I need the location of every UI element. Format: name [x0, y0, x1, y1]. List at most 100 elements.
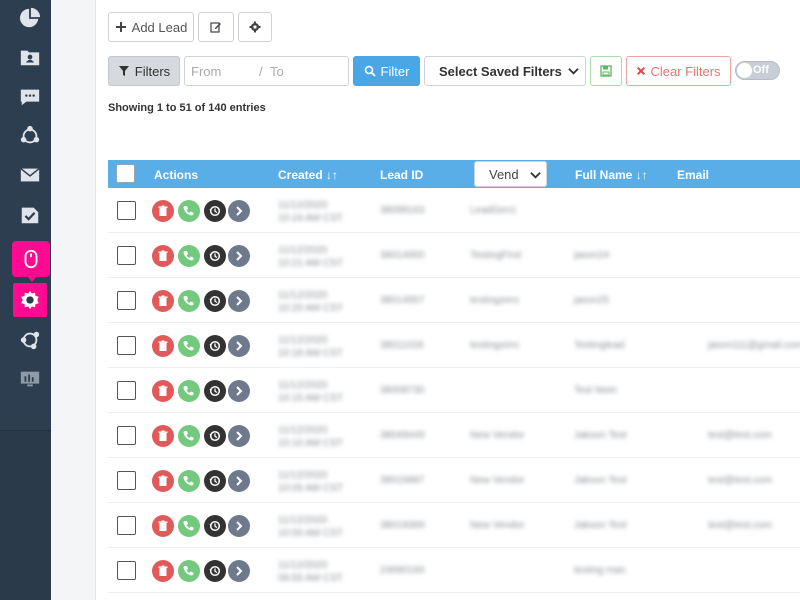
call-button[interactable]: [178, 200, 200, 222]
open-lead-button[interactable]: [228, 290, 250, 312]
open-lead-button[interactable]: [228, 470, 250, 492]
row-checkbox[interactable]: [117, 381, 136, 400]
network-icon[interactable]: [11, 118, 49, 154]
call-button[interactable]: [178, 290, 200, 312]
dashboard-icon[interactable]: [11, 0, 49, 36]
delete-button[interactable]: [152, 470, 174, 492]
call-button[interactable]: [178, 470, 200, 492]
history-button[interactable]: [204, 290, 226, 312]
table-row[interactable]: 11/12/2020 10:18 AM CST 38011026 testingzer…: [108, 323, 800, 368]
call-button[interactable]: [178, 560, 200, 582]
row-checkbox[interactable]: [117, 426, 136, 445]
table-row[interactable]: 11/12/2020 09:55 AM CST 23680193 testing ma…: [108, 548, 800, 593]
history-icon: [209, 385, 221, 397]
chat-icon[interactable]: [11, 79, 49, 115]
settings-button[interactable]: [238, 12, 272, 42]
date-range-input[interactable]: From / To: [184, 56, 349, 86]
open-lead-button[interactable]: [228, 335, 250, 357]
from-field[interactable]: From: [191, 64, 221, 79]
delete-button[interactable]: [152, 335, 174, 357]
save-filter-button[interactable]: [590, 56, 622, 86]
delete-button[interactable]: [152, 425, 174, 447]
filters-toggle-button[interactable]: Filters: [108, 56, 180, 86]
saved-filters-select[interactable]: Select Saved Filters: [424, 56, 586, 86]
delete-button[interactable]: [152, 380, 174, 402]
edit-button[interactable]: [198, 12, 234, 42]
history-button[interactable]: [204, 245, 226, 267]
full-name-cell: jason24: [574, 250, 610, 261]
call-button[interactable]: [178, 515, 200, 537]
trash-icon: [158, 295, 168, 306]
lead-id-cell: 38016887: [380, 475, 425, 486]
row-checkbox[interactable]: [117, 246, 136, 265]
table-row[interactable]: 11/12/2020 10:05 AM CST 38016887 New Vendor…: [108, 458, 800, 503]
call-button[interactable]: [178, 380, 200, 402]
table-row[interactable]: 11/12/2020 10:00 AM CST 38019369 New Vendor…: [108, 503, 800, 548]
history-button[interactable]: [204, 380, 226, 402]
created-cell: 11/12/2020 10:21 AM CST: [278, 245, 344, 269]
row-checkbox[interactable]: [117, 336, 136, 355]
call-button[interactable]: [178, 245, 200, 267]
trash-icon: [158, 205, 168, 216]
filter-button[interactable]: Filter: [353, 56, 420, 86]
add-lead-button[interactable]: Add Lead: [108, 12, 194, 42]
open-lead-button[interactable]: [228, 200, 250, 222]
email-cell: test@test.com: [708, 520, 773, 531]
row-checkbox[interactable]: [117, 471, 136, 490]
header-full-name[interactable]: Full Name ↓↑: [575, 168, 648, 182]
delete-button[interactable]: [152, 245, 174, 267]
open-lead-button[interactable]: [228, 380, 250, 402]
delete-button[interactable]: [152, 290, 174, 312]
delete-button[interactable]: [152, 200, 174, 222]
history-button[interactable]: [204, 560, 226, 582]
select-all-checkbox[interactable]: [116, 164, 135, 183]
table-row[interactable]: 11/12/2020 10:21 AM CST 38014950 TestingFir…: [108, 233, 800, 278]
history-icon: [209, 520, 221, 532]
history-icon: [209, 565, 221, 577]
filter-toggle[interactable]: Off: [735, 61, 780, 80]
row-checkbox[interactable]: [117, 201, 136, 220]
clear-filters-button[interactable]: Clear Filters: [626, 56, 731, 86]
history-icon: [209, 475, 221, 487]
mouse-icon[interactable]: [12, 241, 50, 277]
open-lead-button[interactable]: [228, 515, 250, 537]
contacts-folder-icon[interactable]: [11, 39, 49, 75]
task-check-icon[interactable]: [11, 197, 49, 233]
entries-info: Showing 1 to 51 of 140 entries: [108, 102, 266, 114]
to-field[interactable]: To: [270, 64, 284, 79]
gear-icon[interactable]: [13, 283, 47, 317]
row-checkbox[interactable]: [117, 516, 136, 535]
row-checkbox[interactable]: [117, 561, 136, 580]
chevron-right-icon: [236, 251, 243, 261]
table-body: 11/12/2020 10:24 AM CST 38098163 LeadGen1 11…: [108, 188, 800, 593]
open-lead-button[interactable]: [228, 425, 250, 447]
phone-icon: [183, 296, 194, 306]
table-row[interactable]: 11/12/2020 10:15 AM CST 38008730 Test Neet: [108, 368, 800, 413]
vendor-filter-select[interactable]: Vend: [474, 161, 547, 187]
call-button[interactable]: [178, 425, 200, 447]
integrations-icon[interactable]: [11, 322, 49, 358]
mail-icon[interactable]: [11, 157, 49, 193]
lead-id-cell: 38008730: [380, 385, 425, 396]
open-lead-button[interactable]: [228, 245, 250, 267]
toggle-label: Off: [753, 64, 769, 76]
table-row[interactable]: 11/12/2020 10:20 AM CST 38014957 testingzer…: [108, 278, 800, 323]
header-created[interactable]: Created ↓↑: [278, 168, 338, 182]
history-button[interactable]: [204, 200, 226, 222]
created-cell: 11/12/2020 10:05 AM CST: [278, 470, 344, 494]
delete-button[interactable]: [152, 515, 174, 537]
open-lead-button[interactable]: [228, 560, 250, 582]
delete-button[interactable]: [152, 560, 174, 582]
row-checkbox[interactable]: [117, 291, 136, 310]
chevron-down-icon: [530, 172, 541, 179]
table-row[interactable]: 11/12/2020 10:24 AM CST 38098163 LeadGen1: [108, 188, 800, 233]
history-button[interactable]: [204, 515, 226, 537]
history-button[interactable]: [204, 335, 226, 357]
table-row[interactable]: 11/12/2020 10:10 AM CST 38049449 New Vendor…: [108, 413, 800, 458]
call-button[interactable]: [178, 335, 200, 357]
history-button[interactable]: [204, 425, 226, 447]
history-button[interactable]: [204, 470, 226, 492]
header-actions: Actions: [154, 168, 199, 182]
monitor-icon[interactable]: [11, 361, 49, 397]
created-cell: 11/12/2020 10:10 AM CST: [278, 425, 344, 449]
